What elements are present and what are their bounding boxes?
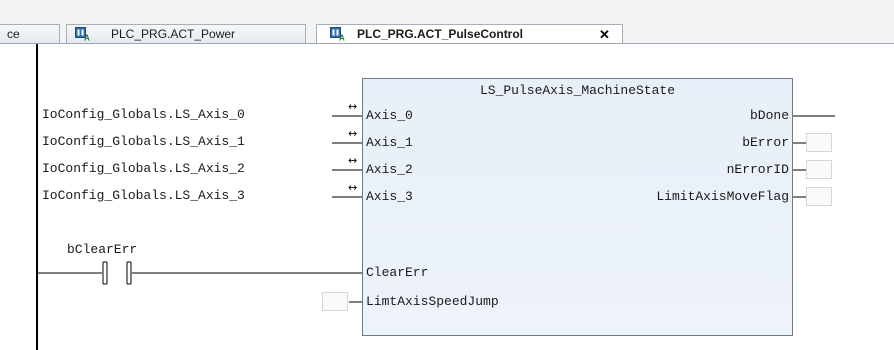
inout-arrow-icon: ↔ (348, 100, 358, 113)
svg-text:A: A (84, 34, 90, 42)
normally-open-contact[interactable] (100, 260, 136, 286)
function-block[interactable]: LS_PulseAxis_MachineState Axis_0 Axis_1 … (362, 78, 793, 336)
input-variable-placeholder[interactable] (322, 292, 348, 311)
block-output-berror: bError (742, 135, 789, 150)
output-variable-placeholder[interactable] (806, 187, 832, 206)
input-variable-axis-2[interactable]: IoConfig_Globals.LS_Axis_2 (42, 161, 245, 176)
block-input-axis-0: Axis_0 (366, 108, 413, 123)
block-input-limtaxisspeedjump: LimtAxisSpeedJump (366, 294, 499, 309)
input-variable-axis-0[interactable]: IoConfig_Globals.LS_Axis_0 (42, 107, 245, 122)
tab-plc-prg-act-pulsecontrol[interactable]: A PLC_PRG.ACT_PulseControl ✕ (316, 24, 623, 45)
block-output-bdone: bDone (749, 108, 789, 123)
tab-label: PLC_PRG.ACT_Power (111, 27, 236, 41)
close-icon[interactable]: ✕ (599, 25, 610, 44)
action-icon: A (75, 27, 90, 42)
block-input-axis-1: Axis_1 (366, 135, 413, 150)
output-variable-placeholder[interactable] (806, 133, 832, 152)
block-output-limitaxismoveflag: LimitAxisMoveFlag (656, 189, 789, 204)
output-variable-placeholder[interactable] (806, 160, 832, 179)
input-variable-axis-3[interactable]: IoConfig_Globals.LS_Axis_3 (42, 188, 245, 203)
ladder-editor-canvas[interactable]: bClearErr IoConfig_Globals.LS_Axis_0 IoC… (0, 44, 894, 350)
tab-plc-prg-act-power[interactable]: A PLC_PRG.ACT_Power (66, 24, 306, 44)
inout-arrow-icon: ↔ (348, 127, 358, 140)
tab-partial-left[interactable]: ce (0, 24, 60, 44)
block-input-axis-3: Axis_3 (366, 189, 413, 204)
action-icon: A (330, 27, 345, 42)
block-output-nerrorid: nErrorID (726, 162, 789, 177)
contact-variable[interactable]: bClearErr (67, 242, 137, 257)
editor-tab-strip: ce A PLC_PRG.ACT_Power A PLC_PRG.ACT_Pul… (0, 0, 894, 45)
tab-label: ce (7, 27, 20, 41)
tab-label: PLC_PRG.ACT_PulseControl (357, 27, 524, 41)
block-input-clearerr: ClearErr (366, 265, 429, 280)
block-input-axis-2: Axis_2 (366, 162, 413, 177)
inout-arrow-icon: ↔ (348, 154, 358, 167)
function-block-type: LS_PulseAxis_MachineState (479, 83, 676, 98)
input-variable-axis-1[interactable]: IoConfig_Globals.LS_Axis_1 (42, 134, 245, 149)
inout-arrow-icon: ↔ (348, 181, 358, 194)
svg-text:A: A (339, 34, 345, 42)
